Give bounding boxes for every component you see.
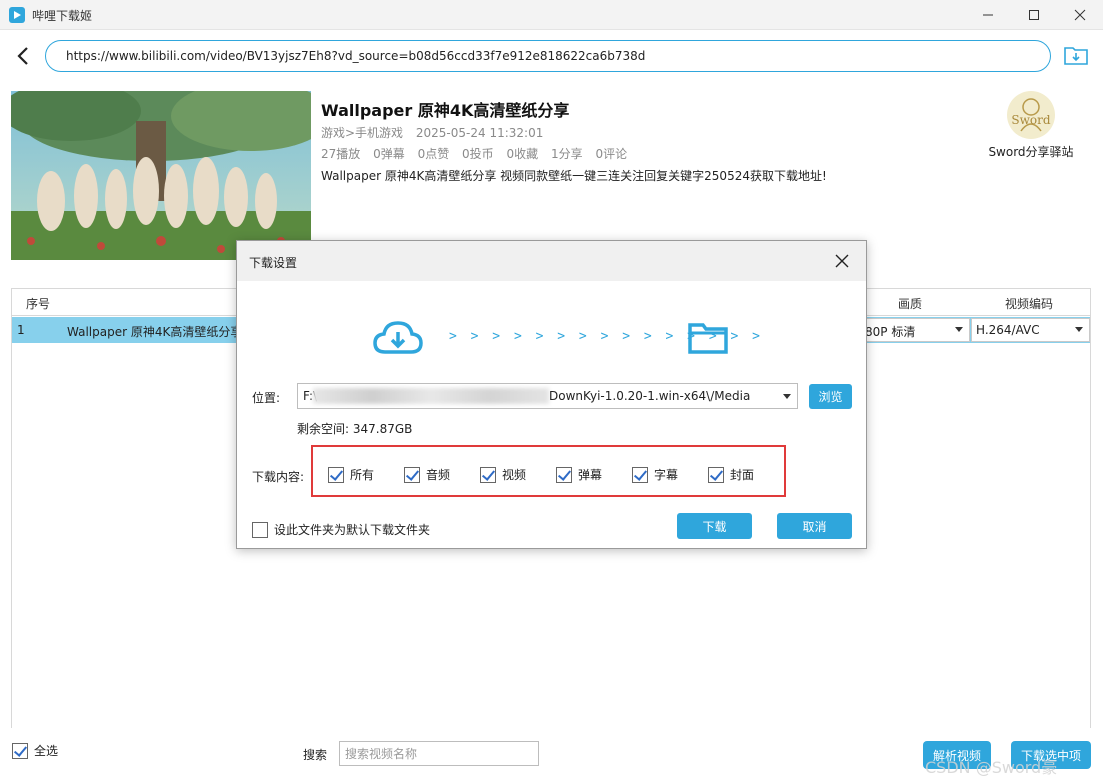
stat-favorites: 0收藏 — [506, 147, 539, 161]
avatar[interactable]: Sword — [1007, 91, 1055, 139]
download-settings-dialog: 下载设置 > > > > > > > > > > > > > > > 位置: F… — [236, 240, 867, 549]
header-index: 序号 — [26, 297, 51, 311]
checkbox-icon — [708, 466, 724, 483]
download-manager-button[interactable] — [1063, 42, 1089, 68]
checkbox-icon — [556, 466, 572, 483]
video-description: Wallpaper 原神4K高清壁纸分享 视频同款壁纸一键三连关注回复关键字25… — [321, 169, 827, 183]
minimize-button[interactable] — [965, 0, 1011, 30]
location-select[interactable]: F:\ DownKyi-1.0.20-1.win-x64\/Media — [297, 383, 798, 409]
dialog-close-button[interactable] — [832, 251, 852, 271]
cloud-download-icon — [373, 321, 423, 354]
option-label: 字幕 — [654, 468, 679, 482]
url-input[interactable] — [45, 40, 1051, 72]
default-folder-checkbox[interactable]: 设此文件夹为默认下载文件夹 — [252, 521, 430, 538]
checkbox-icon — [328, 466, 344, 483]
option-danmaku-checkbox[interactable]: 弹幕 — [556, 466, 602, 483]
video-category: 游戏>手机游戏 — [321, 126, 404, 140]
app-logo-icon — [9, 7, 25, 23]
free-space: 剩余空间: 347.87GB — [297, 422, 413, 436]
redacted-path — [313, 388, 549, 404]
stat-likes: 0点赞 — [417, 147, 450, 161]
dialog-header: 下载设置 — [237, 241, 866, 281]
caret-down-icon — [955, 327, 963, 332]
select-all-label: 全选 — [34, 744, 59, 758]
folder-icon — [688, 323, 728, 354]
option-audio-checkbox[interactable]: 音频 — [404, 466, 450, 483]
close-icon — [1074, 9, 1086, 21]
stat-comments: 0评论 — [595, 147, 628, 161]
select-all-checkbox[interactable]: 全选 — [12, 742, 58, 759]
watermark: CSDN @Sword豪 — [925, 758, 1058, 777]
checkbox-icon — [252, 521, 268, 538]
folder-download-icon — [1064, 47, 1088, 65]
option-subtitle-checkbox[interactable]: 字幕 — [632, 466, 678, 483]
maximize-button[interactable] — [1011, 0, 1057, 30]
video-title: Wallpaper 原神4K高清壁纸分享 — [321, 101, 570, 120]
quality-select[interactable]: 80P 标清 — [860, 318, 970, 342]
option-label: 封面 — [730, 468, 755, 482]
header-codec: 视频编码 — [1005, 297, 1054, 311]
stat-views: 27播放 — [321, 147, 361, 161]
location-path: DownKyi-1.0.20-1.win-x64\/Media — [549, 389, 751, 403]
checkbox-icon — [12, 742, 28, 759]
row-index: 1 — [17, 323, 25, 337]
quality-value: 80P 标清 — [865, 325, 916, 339]
location-label: 位置: — [252, 391, 281, 405]
back-button[interactable] — [13, 45, 33, 67]
codec-select[interactable]: H.264/AVC — [971, 318, 1090, 342]
option-cover-checkbox[interactable]: 封面 — [708, 466, 754, 483]
option-label: 所有 — [350, 468, 375, 482]
cancel-button[interactable]: 取消 — [777, 513, 852, 539]
caret-down-icon — [1075, 327, 1083, 332]
window-title: 哔哩下载姬 — [32, 9, 93, 23]
download-content-label: 下载内容: — [252, 470, 305, 484]
avatar-logo-text: Sword — [1011, 113, 1050, 127]
dialog-title: 下载设置 — [249, 256, 298, 270]
video-cover-image — [11, 91, 311, 260]
uploader-name[interactable]: Sword分享驿站 — [976, 143, 1086, 160]
codec-value: H.264/AVC — [976, 323, 1040, 337]
title-bar: 哔哩下载姬 — [0, 0, 1103, 30]
stat-coins: 0投币 — [462, 147, 494, 161]
row-name: Wallpaper 原神4K高清壁纸分享 — [67, 325, 243, 339]
minimize-icon — [983, 14, 993, 16]
option-label: 视频 — [502, 468, 527, 482]
caret-down-icon — [783, 394, 791, 399]
checkbox-icon — [480, 466, 496, 483]
option-all-checkbox[interactable]: 所有 — [328, 466, 374, 483]
video-date: 2025-05-24 11:32:01 — [415, 126, 544, 140]
checkbox-icon — [404, 466, 420, 483]
option-label: 音频 — [426, 468, 451, 482]
default-folder-label: 设此文件夹为默认下载文件夹 — [274, 523, 431, 537]
stat-shares: 1分享 — [550, 147, 583, 161]
header-quality: 画质 — [898, 297, 923, 311]
browse-button[interactable]: 浏览 — [809, 384, 852, 409]
close-icon — [835, 254, 849, 268]
option-label: 弹幕 — [578, 468, 603, 482]
search-input[interactable] — [339, 741, 539, 766]
close-button[interactable] — [1057, 0, 1103, 30]
download-button[interactable]: 下载 — [677, 513, 752, 539]
maximize-icon — [1029, 10, 1039, 20]
chevron-left-icon — [17, 47, 28, 65]
stat-danmaku: 0弹幕 — [373, 147, 405, 161]
search-label: 搜索 — [303, 748, 328, 762]
option-video-checkbox[interactable]: 视频 — [480, 466, 526, 483]
video-stats: 27播放 0弹幕 0点赞 0投币 0收藏 1分享 0评论 — [321, 145, 636, 162]
checkbox-icon — [632, 466, 648, 483]
video-meta-row: 游戏>手机游戏 2025-05-24 11:32:01 — [321, 124, 552, 141]
